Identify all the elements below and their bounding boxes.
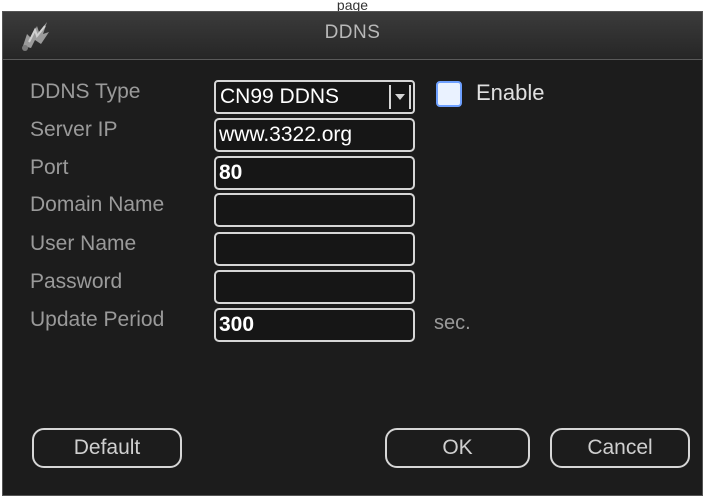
chevron-down-icon[interactable] xyxy=(389,85,411,109)
screen: page DDNS DDNS Type Server IP Port Domai… xyxy=(0,0,705,498)
title-bar: DDNS xyxy=(3,12,702,60)
enable-checkbox[interactable] xyxy=(436,81,462,107)
ok-button[interactable]: OK xyxy=(385,428,530,468)
user-name-field[interactable] xyxy=(214,232,415,266)
user-name-label: User Name xyxy=(30,232,137,255)
default-button[interactable]: Default xyxy=(32,428,182,468)
port-label: Port xyxy=(30,156,69,179)
server-ip-field[interactable]: www.3322.org xyxy=(214,118,415,152)
enable-label: Enable xyxy=(476,80,545,105)
dialog-title: DDNS xyxy=(324,22,381,43)
cancel-button[interactable]: Cancel xyxy=(550,428,690,468)
domain-name-label: Domain Name xyxy=(30,193,165,216)
update-period-label: Update Period xyxy=(30,308,165,331)
domain-name-field[interactable] xyxy=(214,193,415,227)
password-field[interactable] xyxy=(214,270,415,304)
port-field[interactable]: 80 xyxy=(214,156,415,190)
update-period-field[interactable]: 300 xyxy=(214,308,415,342)
ddns-type-select[interactable]: CN99 DDNS xyxy=(214,80,415,114)
ddns-type-label: DDNS Type xyxy=(30,80,141,103)
password-label: Password xyxy=(30,270,123,293)
update-period-unit: sec. xyxy=(434,312,471,334)
server-ip-label: Server IP xyxy=(30,118,118,141)
ddns-type-value: CN99 DDNS xyxy=(220,85,340,108)
